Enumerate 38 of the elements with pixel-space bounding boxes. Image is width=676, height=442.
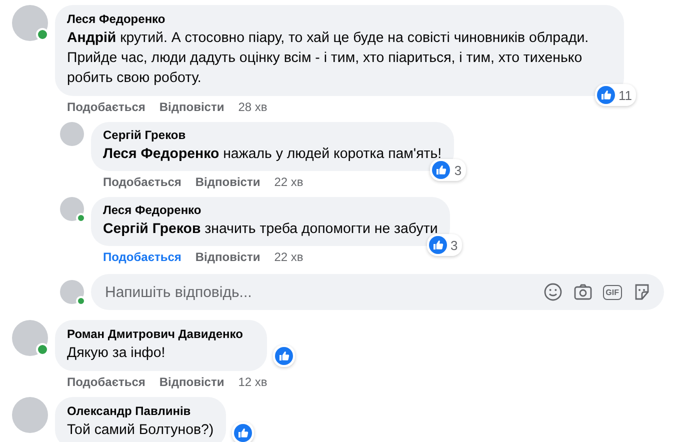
like-link[interactable]: Подобається	[67, 100, 146, 114]
reply-link[interactable]: Відповісти	[195, 175, 260, 189]
reaction-badge[interactable]	[273, 345, 296, 367]
reply-link[interactable]: Відповісти	[159, 100, 224, 114]
author-name[interactable]: Олександр Павлинів	[67, 404, 214, 418]
author-name[interactable]: Леся Федоренко	[103, 203, 438, 217]
reply-link[interactable]: Відповісти	[195, 250, 260, 264]
avatar[interactable]	[60, 197, 84, 221]
thumbs-up-icon	[428, 236, 447, 254]
avatar[interactable]	[12, 320, 48, 356]
comment-text: Дякую за інфо!	[67, 344, 166, 363]
reply-link[interactable]: Відповісти	[159, 375, 224, 389]
author-name[interactable]: Леся Федоренко	[67, 12, 612, 26]
thumbs-up-icon	[596, 86, 614, 104]
like-link[interactable]: Подобається	[103, 175, 182, 189]
comment-time[interactable]: 22 хв	[274, 175, 304, 189]
author-name[interactable]: Роман Дмитрович Давиденко	[67, 327, 256, 341]
comment-text: Андрій крутий. А стосовно піару, то хай це буде на совісті чиновників облради. Прийде час, люди дадуть оцінку всім - і тим, хто піариться, і тим, хто тихенько робить свою роботу.	[67, 29, 590, 88]
like-link[interactable]: Подобається	[103, 250, 182, 264]
reply-input-field[interactable]: Напишіть відповідь... GIF	[91, 274, 664, 310]
camera-icon[interactable]	[572, 282, 593, 302]
comment-time[interactable]: 28 хв	[238, 100, 268, 114]
gif-button[interactable]: GIF	[602, 284, 622, 300]
emoji-icon[interactable]	[542, 282, 563, 302]
thumbs-up-icon	[432, 161, 450, 179]
reaction-badge[interactable]: 11	[594, 84, 636, 106]
comment-time[interactable]: 12 хв	[238, 375, 268, 389]
reaction-badge[interactable]: 3	[426, 234, 462, 256]
comment-time[interactable]: 22 хв	[274, 250, 304, 264]
thumbs-up-icon	[275, 347, 294, 365]
reaction-badge[interactable]: 3	[430, 159, 466, 181]
author-name[interactable]: Сергій Греков	[103, 128, 442, 142]
like-link[interactable]: Подобається	[67, 375, 146, 389]
thumbs-up-icon	[234, 424, 252, 442]
reaction-badge[interactable]	[232, 422, 254, 442]
avatar[interactable]	[60, 280, 84, 304]
avatar[interactable]	[12, 5, 48, 41]
comment-text: Той самий Болтунов?)	[67, 421, 214, 440]
